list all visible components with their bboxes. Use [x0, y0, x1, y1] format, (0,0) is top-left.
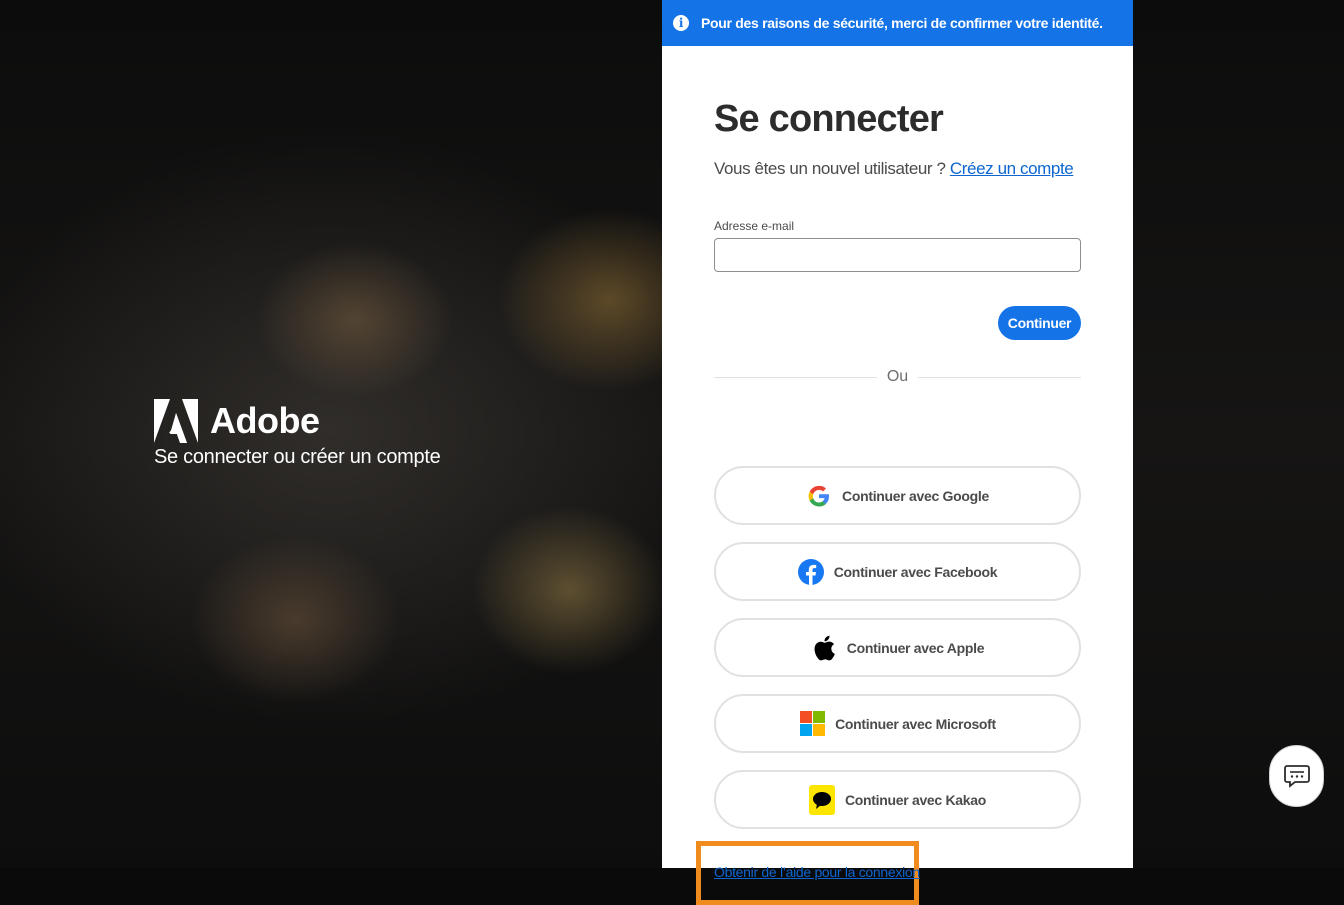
continue-facebook-button[interactable]: Continuer avec Facebook — [714, 542, 1081, 601]
divider-text: Ou — [886, 368, 909, 385]
divider-line — [714, 376, 877, 378]
continue-apple-button[interactable]: Continuer avec Apple — [714, 618, 1081, 677]
new-user-prompt: Vous êtes un nouvel utilisateur ? Créez … — [714, 159, 1074, 179]
google-icon — [806, 483, 832, 509]
social-label: Continuer avec Kakao — [844, 791, 987, 808]
social-label: Continuer avec Facebook — [833, 563, 998, 580]
info-icon: i — [673, 15, 689, 31]
email-field[interactable] — [714, 238, 1081, 272]
continue-button[interactable]: Continuer — [998, 306, 1081, 340]
chat-icon — [1283, 765, 1310, 788]
chat-button[interactable] — [1269, 745, 1324, 807]
divider-line — [918, 376, 1081, 378]
page-title: Se connecter — [714, 98, 944, 140]
email-label: Adresse e-mail — [714, 219, 795, 233]
microsoft-icon — [799, 711, 825, 737]
continue-kakao-button[interactable]: Continuer avec Kakao — [714, 770, 1081, 829]
continue-microsoft-button[interactable]: Continuer avec Microsoft — [714, 694, 1081, 753]
facebook-icon — [797, 558, 824, 585]
security-banner: i Pour des raisons de sécurité, merci de… — [662, 0, 1133, 46]
continue-google-button[interactable]: Continuer avec Google — [714, 466, 1081, 525]
brand-name: Adobe — [210, 400, 320, 441]
new-user-text: Vous êtes un nouvel utilisateur ? — [714, 159, 946, 178]
social-label: Continuer avec Microsoft — [835, 715, 996, 732]
help-signin-link[interactable]: Obtenir de l’aide pour la connexion — [714, 864, 920, 880]
social-label: Continuer avec Apple — [846, 639, 985, 656]
signin-panel: i Pour des raisons de sécurité, merci de… — [662, 0, 1133, 905]
social-label: Continuer avec Google — [842, 487, 989, 504]
adobe-logo-icon — [154, 399, 198, 443]
brand-tagline: Se connecter ou créer un compte — [154, 446, 441, 468]
create-account-link[interactable]: Créez un compte — [950, 159, 1074, 178]
brand-block: Adobe Se connecter ou créer un compte — [154, 398, 441, 469]
kakao-icon — [808, 784, 835, 815]
banner-text: Pour des raisons de sécurité, merci de c… — [701, 15, 1103, 31]
or-divider: Ou — [714, 366, 1081, 388]
apple-icon — [811, 635, 837, 661]
